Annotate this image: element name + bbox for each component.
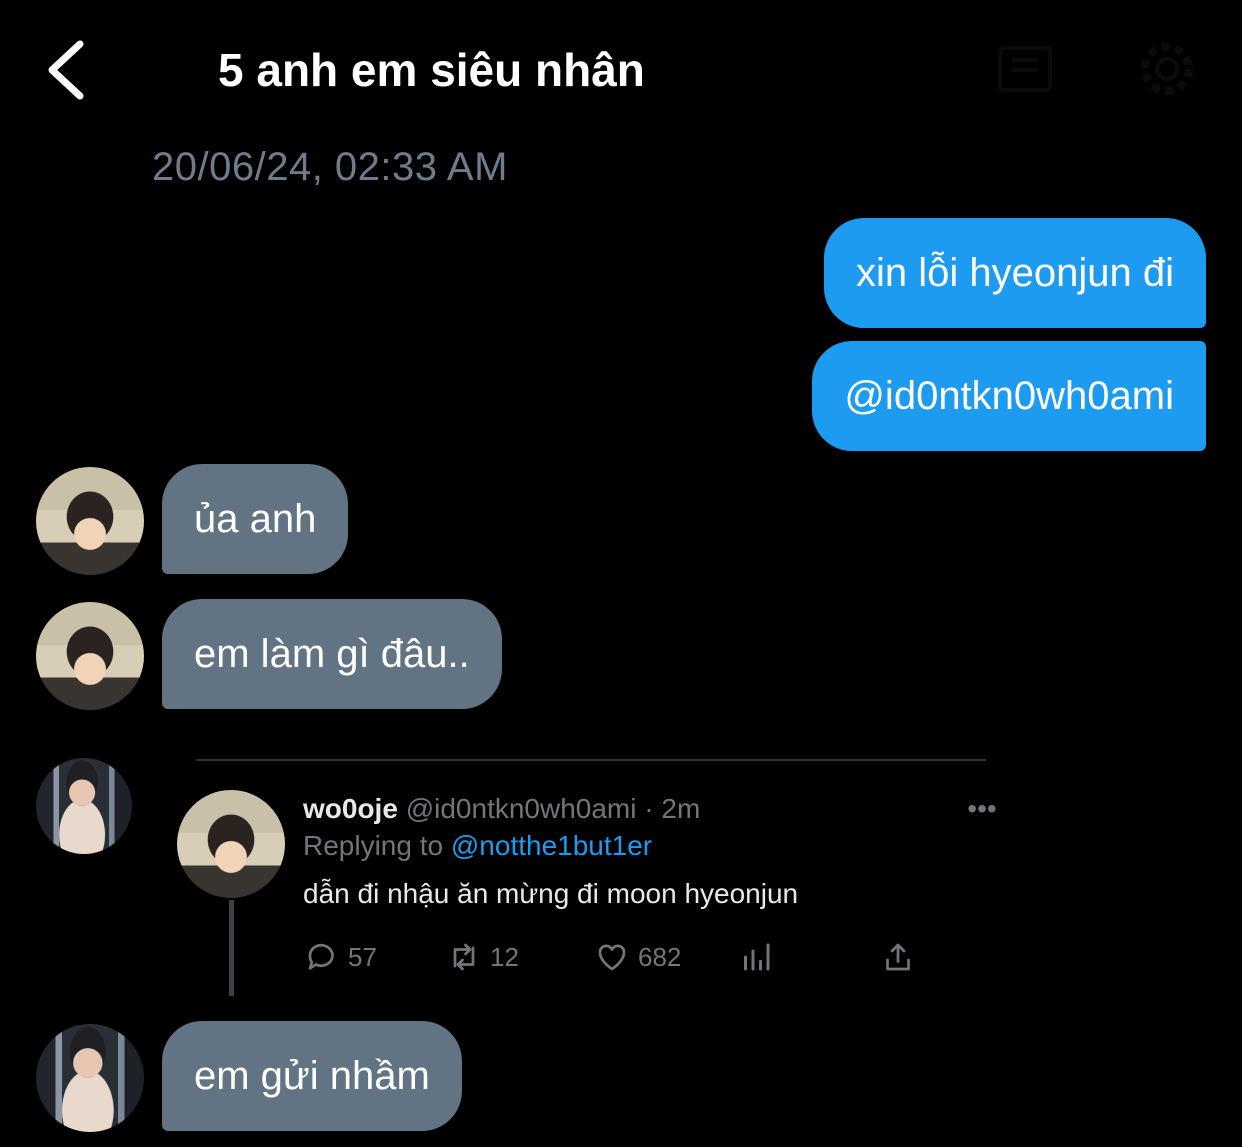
sender-avatar[interactable] (36, 1024, 144, 1132)
thread-timestamp: 20/06/24, 02:33 AM (152, 145, 508, 189)
conversation-info-button[interactable] (990, 34, 1060, 104)
back-button[interactable] (40, 36, 96, 104)
replying-to-label: Replying to (303, 830, 444, 861)
settings-button[interactable] (1132, 34, 1202, 104)
reply-icon (308, 943, 334, 970)
reply-count: 57 (348, 941, 377, 972)
sender-avatar[interactable] (36, 758, 132, 854)
replying-to-line: Replying to @notthe1but1er (303, 828, 652, 864)
reply-button[interactable]: 57 (304, 936, 377, 978)
received-message[interactable]: em làm gì đâu.. (162, 599, 502, 709)
chevron-left-icon (48, 40, 84, 100)
sender-avatar[interactable] (36, 602, 144, 710)
bar-chart-icon (744, 943, 770, 971)
tweet-display-name: wo0oje (303, 793, 398, 824)
like-count: 682 (638, 941, 682, 972)
more-options-icon[interactable]: ••• (960, 792, 1004, 826)
conversation-title: 5 anh em siêu nhân (218, 44, 645, 96)
share-icon (886, 943, 910, 971)
tweet-text: dẫn đi nhậu ăn mừng đi moon hyeonjun (303, 878, 799, 909)
sent-message[interactable]: @id0ntkn0wh0ami (812, 341, 1206, 451)
retweet-icon (453, 943, 475, 971)
info-icon (998, 46, 1052, 92)
received-message[interactable]: em gửi nhầm (162, 1021, 462, 1131)
heart-icon (598, 944, 626, 971)
retweet-button[interactable]: 12 (446, 936, 519, 978)
retweet-count: 12 (490, 941, 519, 972)
share-button[interactable] (880, 936, 924, 978)
like-button[interactable]: 682 (594, 936, 681, 978)
views-button[interactable] (738, 936, 782, 978)
thread-connector-line (229, 900, 234, 996)
received-message[interactable]: ủa anh (162, 464, 349, 574)
sent-message[interactable]: xin lỗi hyeonjun đi (824, 218, 1206, 328)
shared-tweet-divider (196, 759, 986, 761)
replying-to-handle[interactable]: @notthe1but1er (451, 830, 652, 861)
sender-avatar[interactable] (36, 467, 144, 575)
tweet-author-avatar[interactable] (177, 790, 285, 898)
gear-icon (1141, 43, 1193, 95)
tweet-handle: @id0ntkn0wh0ami (405, 793, 637, 824)
tweet-time: · 2m (644, 793, 701, 824)
tweet-author-line[interactable]: wo0oje @id0ntkn0wh0ami · 2m (303, 790, 700, 828)
